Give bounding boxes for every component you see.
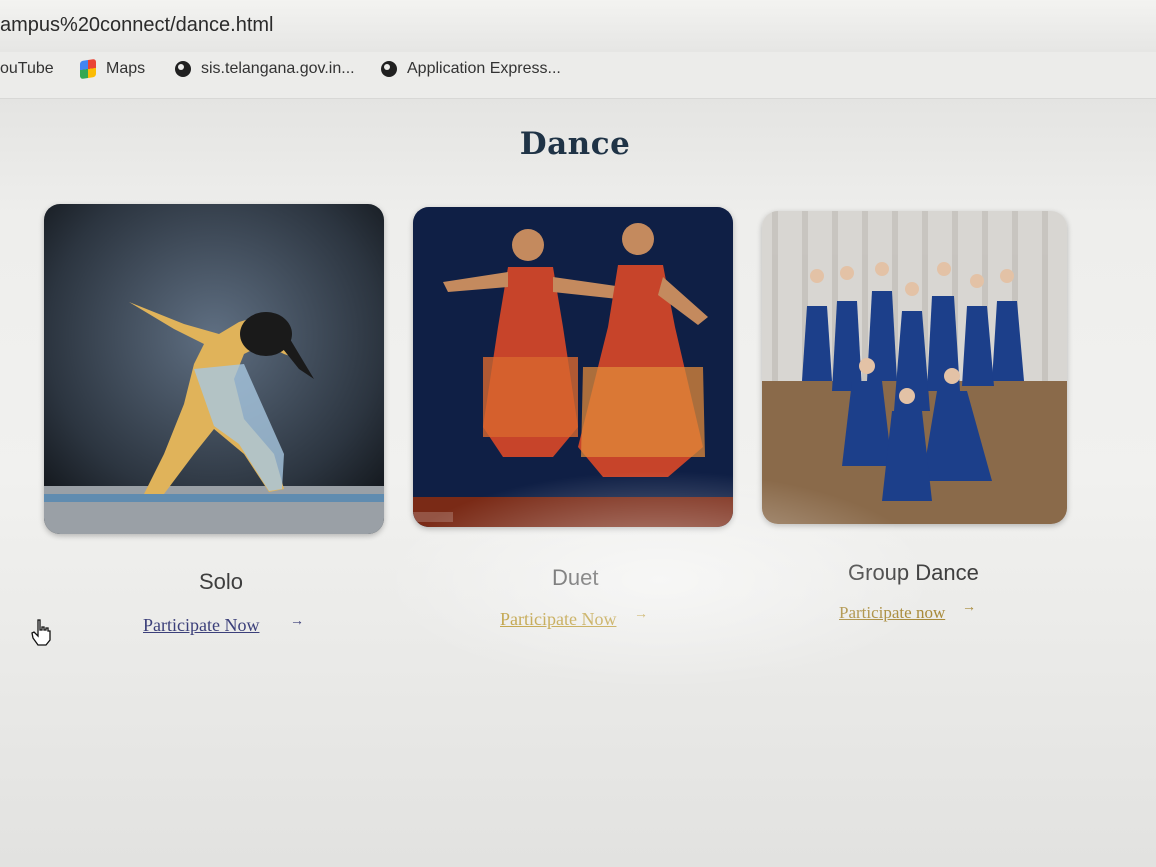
arrow-right-icon: → [634, 605, 648, 621]
address-url[interactable]: ampus%20connect/dance.html [0, 14, 274, 37]
participate-now-group-link[interactable]: Participate now [839, 603, 945, 623]
page-title: Dance [519, 126, 631, 162]
address-bar[interactable]: ampus%20connect/dance.html [0, 0, 1156, 53]
bookmark-label: ouTube [0, 60, 54, 77]
bookmark-youtube[interactable]: ouTube [0, 60, 54, 78]
bookmark-application-express[interactable]: Application Express... [381, 60, 561, 78]
bookmark-label: sis.telangana.gov.in... [201, 60, 355, 77]
solo-dance-image [44, 204, 384, 534]
group-dance-image [762, 211, 1067, 524]
maps-icon [80, 58, 96, 80]
participate-now-duet-link[interactable]: Participate Now [500, 609, 616, 630]
duet-dance-image [413, 207, 733, 527]
bookmark-sis-telangana[interactable]: sis.telangana.gov.in... [175, 60, 355, 78]
arrow-right-icon: → [962, 598, 976, 614]
globe-icon [381, 61, 397, 77]
card-label-duet: Duet [552, 565, 599, 590]
globe-icon [175, 61, 191, 77]
bookmarks-bar: ouTube Maps sis.telangana.gov.in... Appl… [0, 52, 1156, 99]
bookmark-maps[interactable]: Maps [80, 58, 146, 80]
arrow-right-icon: → [290, 612, 304, 628]
bookmark-label: Application Express... [407, 60, 561, 77]
participate-now-solo-link[interactable]: Participate Now [143, 615, 259, 636]
screen: ampus%20connect/dance.html ouTube Maps s… [0, 0, 1156, 867]
hand-cursor-icon [31, 619, 51, 646]
card-label-solo: Solo [199, 569, 244, 594]
card-label-group-dance: Group Dance [848, 560, 979, 585]
bookmark-label: Maps [106, 60, 146, 77]
